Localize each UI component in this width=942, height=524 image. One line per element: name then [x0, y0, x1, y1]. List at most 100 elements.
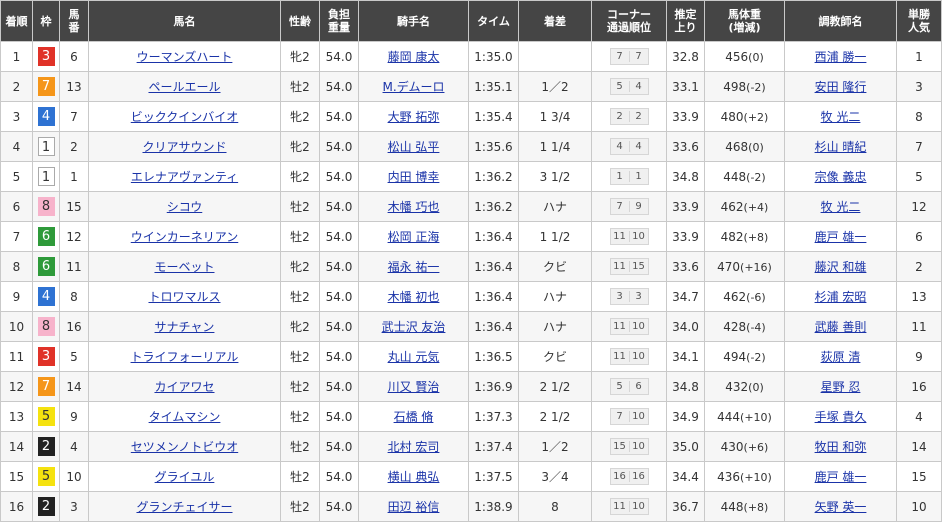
trainer-link[interactable]: 安田 隆行: [815, 80, 867, 94]
header-sex-age: 性齢: [280, 0, 320, 42]
corner-position: 7: [616, 411, 623, 422]
body-weight-diff: (-2): [746, 80, 766, 94]
jockey-link[interactable]: 北村 宏司: [388, 440, 440, 454]
jockey-link[interactable]: 木幡 初也: [388, 290, 440, 304]
horse-name-link[interactable]: サナチャン: [155, 320, 215, 334]
body-weight-diff: (-2): [746, 170, 766, 184]
trainer-link[interactable]: 牧 光二: [821, 110, 861, 124]
horse-name-link[interactable]: ウーマンズハート: [137, 50, 233, 64]
jockey-link[interactable]: 松岡 正海: [388, 230, 440, 244]
popularity-cell: 12: [896, 191, 942, 222]
body-weight-cell: 470(+16): [704, 251, 785, 282]
rank-cell: 14: [0, 431, 33, 462]
trainer-link[interactable]: 西浦 勝一: [815, 50, 867, 64]
body-weight-value: 448: [720, 499, 744, 514]
time-cell: 1:36.4: [468, 281, 519, 312]
jockey-link[interactable]: 武士沢 友治: [382, 320, 446, 334]
jockey-link[interactable]: 松山 弘平: [388, 140, 440, 154]
trainer-link[interactable]: 矢野 英一: [815, 500, 867, 514]
popularity-cell: 6: [896, 221, 942, 252]
horse-name-link[interactable]: ペールエール: [148, 80, 220, 94]
trainer-link[interactable]: 杉浦 宏昭: [815, 290, 867, 304]
waku-cell: 5: [32, 401, 60, 432]
trainer-link[interactable]: 星野 忍: [821, 380, 861, 394]
trainer-link[interactable]: 手塚 貴久: [815, 410, 867, 424]
corner-cell: 33: [591, 281, 667, 312]
jockey-link[interactable]: M.デムーロ: [383, 80, 445, 94]
sex-age-cell: 牡2: [280, 191, 320, 222]
horse-name-link[interactable]: タイムマシン: [149, 410, 221, 424]
weight-cell: 54.0: [319, 281, 359, 312]
corner-position: 4: [616, 141, 623, 152]
jockey-link[interactable]: 藤岡 康太: [388, 50, 440, 64]
sex-age-cell: 牡2: [280, 221, 320, 252]
horse-name-link[interactable]: ウインカーネリアン: [131, 230, 239, 244]
horse-name-link[interactable]: ビッククインバイオ: [131, 110, 239, 124]
corner-position: 10: [628, 441, 648, 452]
corner-position: 1: [628, 171, 648, 182]
corner-cell: 11: [591, 161, 667, 192]
jockey-link[interactable]: 田辺 裕信: [388, 500, 440, 514]
corner-cell: 11 10: [591, 221, 667, 252]
body-weight-value: 448: [723, 169, 747, 184]
trainer-link[interactable]: 杉山 晴紀: [815, 140, 867, 154]
popularity-cell: 16: [896, 371, 942, 402]
trainer-link[interactable]: 宗像 義忠: [815, 170, 867, 184]
horse-name-link[interactable]: エレナアヴァンティ: [131, 170, 238, 184]
trainer-link[interactable]: 藤沢 和雄: [815, 260, 867, 274]
body-weight-diff: (+10): [740, 470, 772, 484]
jockey-link[interactable]: 内田 博幸: [388, 170, 440, 184]
jockey-link[interactable]: 川又 賢治: [388, 380, 440, 394]
weight-cell: 54.0: [319, 41, 359, 72]
weight-cell: 54.0: [319, 101, 359, 132]
jockey-link[interactable]: 木幡 巧也: [388, 200, 440, 214]
time-cell: 1:36.9: [468, 371, 519, 402]
margin-cell: 2 1/2: [518, 401, 592, 432]
corner-positions: 54: [609, 78, 649, 95]
horse-name-link[interactable]: グランチェイサー: [136, 500, 232, 514]
horse-name-link[interactable]: モーベット: [154, 260, 214, 274]
horse-name-link[interactable]: トロワマルス: [148, 290, 220, 304]
sex-age-cell: 牝2: [280, 131, 320, 162]
jockey-cell: 木幡 巧也: [358, 191, 469, 222]
trainer-link[interactable]: 鹿戸 雄一: [815, 230, 867, 244]
horse-name-cell: タイムマシン: [88, 401, 281, 432]
last3f-cell: 34.8: [666, 371, 705, 402]
jockey-link[interactable]: 横山 典弘: [388, 470, 440, 484]
body-weight-value: 428: [723, 319, 747, 334]
horse-name-link[interactable]: クリアサウンド: [142, 140, 226, 154]
corner-position: 10: [628, 321, 648, 332]
body-weight-cell: 456(0): [704, 41, 785, 72]
trainer-link[interactable]: 鹿戸 雄一: [815, 470, 867, 484]
horse-name-link[interactable]: トライフォーリアル: [131, 350, 239, 364]
margin-cell: クビ: [518, 341, 592, 372]
time-cell: 1:38.9: [468, 491, 519, 522]
jockey-link[interactable]: 福永 祐一: [388, 260, 440, 274]
body-weight-cell: 448(+8): [704, 491, 785, 522]
corner-position: 11: [613, 501, 626, 512]
trainer-link[interactable]: 牧田 和弥: [815, 440, 867, 454]
jockey-cell: 福永 祐一: [358, 251, 469, 282]
waku-cell: 5: [32, 461, 60, 492]
horse-name-link[interactable]: シコウ: [167, 200, 203, 214]
body-weight-value: 462: [723, 289, 747, 304]
horse-name-cell: ウーマンズハート: [88, 41, 281, 72]
trainer-cell: 牧 光二: [784, 101, 897, 132]
header-horse-number: 馬番: [59, 0, 89, 42]
horse-number-cell: 2: [59, 131, 89, 162]
body-weight-cell: 430(+6): [704, 431, 785, 462]
horse-number-cell: 10: [59, 461, 89, 492]
trainer-link[interactable]: 牧 光二: [821, 200, 861, 214]
table-row: 12 7 14 カイアワセ 牡2 54.0 川又 賢治 1:36.9 2 1/2 5 6 34.8 43…: [0, 371, 942, 402]
horse-name-link[interactable]: グライユル: [155, 470, 215, 484]
horse-name-link[interactable]: セツメンノトビウオ: [131, 440, 238, 454]
horse-name-link[interactable]: カイアワセ: [154, 380, 214, 394]
trainer-link[interactable]: 荻原 清: [821, 350, 861, 364]
table-row: 14 2 4 セツメンノトビウオ 牡2 54.0 北村 宏司 1:37.4 1／2 15 10 35.…: [0, 431, 942, 462]
trainer-link[interactable]: 武藤 善則: [815, 320, 867, 334]
jockey-link[interactable]: 石橋 脩: [394, 410, 434, 424]
jockey-link[interactable]: 丸山 元気: [388, 350, 440, 364]
jockey-link[interactable]: 大野 拓弥: [388, 110, 440, 124]
corner-position: 10: [628, 231, 648, 242]
popularity-cell: 10: [896, 491, 942, 522]
